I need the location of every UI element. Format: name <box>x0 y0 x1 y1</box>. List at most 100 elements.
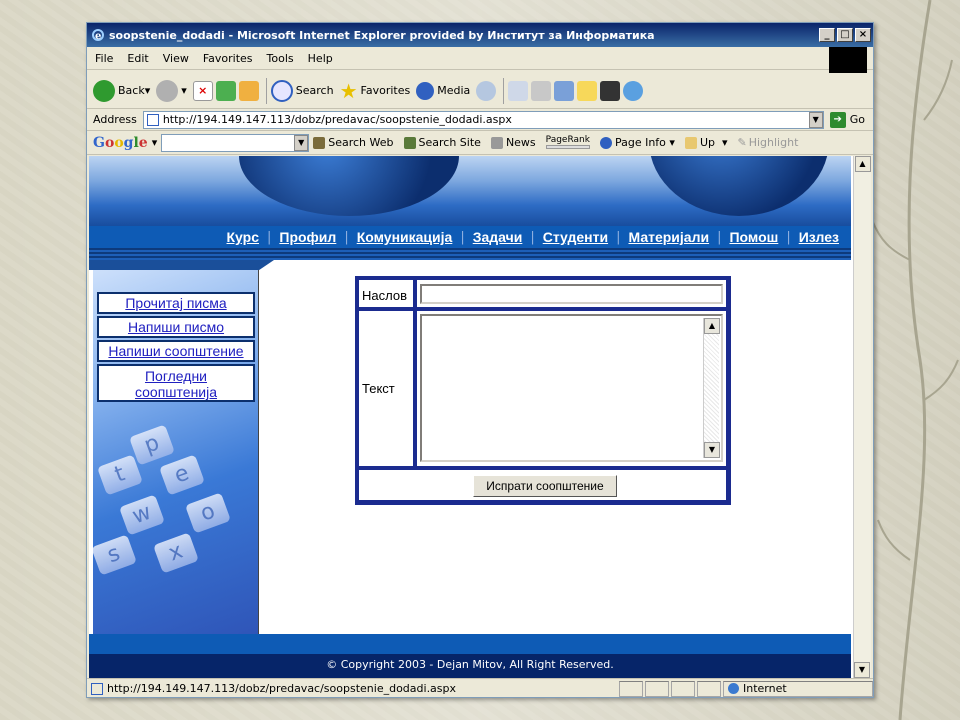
refresh-icon[interactable] <box>215 80 236 101</box>
nav-logout[interactable]: Излез <box>799 229 839 245</box>
page-info-button[interactable]: Page Info ▾ <box>599 136 675 149</box>
google-toolbar: Google ▾ ▼ Search Web Search Site News P… <box>87 131 873 155</box>
globe-graphic <box>239 156 459 216</box>
zone-label: Internet <box>743 682 787 695</box>
nav-materials[interactable]: Материјали <box>628 229 709 245</box>
pagerank-bar <box>545 145 590 149</box>
textarea-scrollbar[interactable]: ▲ ▼ <box>703 318 720 458</box>
search-button[interactable]: Search <box>270 79 334 102</box>
title-label-cell: Наслов <box>358 279 414 308</box>
text-label: Текст <box>362 381 395 396</box>
search-label: Search <box>295 84 334 97</box>
page-scroll-up-icon[interactable]: ▲ <box>854 156 871 172</box>
edit-icon[interactable] <box>554 80 575 101</box>
forward-button[interactable]: ▾ <box>156 79 187 102</box>
back-button[interactable]: Back ▾ <box>93 79 150 102</box>
scroll-down-icon[interactable]: ▼ <box>704 442 720 458</box>
menu-tools[interactable]: Tools <box>267 52 294 65</box>
messenger-m-icon[interactable] <box>600 80 621 101</box>
zone-cell: Internet <box>723 680 873 697</box>
menu-favorites[interactable]: Favorites <box>203 52 253 65</box>
back-arrow-icon <box>93 79 115 102</box>
notes-icon[interactable] <box>577 80 598 101</box>
menu-edit[interactable]: Edit <box>127 52 148 65</box>
go-button[interactable]: ➔ Go <box>829 111 865 128</box>
print-icon[interactable] <box>531 80 552 101</box>
news-button[interactable]: News <box>490 136 536 149</box>
svg-text:e: e <box>95 31 101 42</box>
nav-course[interactable]: Курс <box>227 229 259 245</box>
text-area[interactable]: ▲ ▼ <box>420 314 723 462</box>
sidebar-write-letter[interactable]: Напиши писмо <box>97 316 255 338</box>
nav-profile[interactable]: Профил <box>279 229 336 245</box>
toolbar: Back ▾ ▾ × Search ★ Favorites Media <box>87 73 873 109</box>
sidebar-view-announcements[interactable]: Погледни соопштенија <box>97 364 255 402</box>
search-web-label: Search Web <box>328 136 394 149</box>
address-dropdown-icon[interactable]: ▼ <box>808 111 823 128</box>
status-url: http://194.149.147.113/dobz/predavac/soo… <box>107 682 457 695</box>
toolbar-separator <box>503 77 505 104</box>
menu-help[interactable]: Help <box>308 52 333 65</box>
search-site-icon <box>403 136 416 149</box>
address-label: Address <box>93 113 137 126</box>
go-arrow-icon: ➔ <box>829 111 846 128</box>
search-site-button[interactable]: Search Site <box>403 136 481 149</box>
minimize-button[interactable]: _ <box>819 28 835 42</box>
toolbar-separator <box>265 77 267 104</box>
google-search-input[interactable]: ▼ <box>161 133 310 152</box>
nav-help[interactable]: Помош <box>729 229 778 245</box>
search-web-icon <box>313 136 326 149</box>
sidebar-read-letters[interactable]: Прочитај писма <box>97 292 255 314</box>
windows-flag-icon <box>829 47 867 73</box>
site-footer: © Copyright 2003 - Dejan Mitov, All Righ… <box>89 634 851 678</box>
nav-tasks[interactable]: Задачи <box>473 229 523 245</box>
contacts-icon[interactable] <box>623 80 644 101</box>
favorites-label: Favorites <box>360 84 411 97</box>
up-label: Up <box>699 136 715 149</box>
media-label: Media <box>437 84 471 97</box>
go-label: Go <box>849 113 865 126</box>
page-content: Курс | Профил | Комуникација | Задачи | Студ… <box>89 156 853 678</box>
nav-students[interactable]: Студенти <box>543 229 608 245</box>
highlighter-icon: ✎ <box>737 136 747 149</box>
nav-stripe-tab <box>89 260 274 270</box>
google-dropdown-icon[interactable]: ▼ <box>294 134 309 151</box>
google-logo[interactable]: Google <box>93 135 148 151</box>
news-label: News <box>505 136 536 149</box>
folder-up-icon <box>684 136 697 149</box>
history-icon[interactable] <box>476 80 497 101</box>
address-bar: Address http://194.149.147.113/dobz/pred… <box>87 109 873 131</box>
title-input[interactable] <box>420 284 723 304</box>
pagerank-indicator: PageRank <box>546 136 590 149</box>
maximize-button[interactable]: □ <box>837 28 853 42</box>
highlight-button[interactable]: ✎ Highlight <box>738 136 799 149</box>
media-button[interactable]: Media <box>416 81 471 100</box>
copyright-text: © Copyright 2003 - Dejan Mitov, All Righ… <box>326 658 614 671</box>
home-icon[interactable] <box>238 80 259 101</box>
favorites-button[interactable]: ★ Favorites <box>340 79 411 103</box>
sidebar-write-announcement[interactable]: Напиши соопштение <box>97 340 255 362</box>
page-scroll-down-icon[interactable]: ▼ <box>854 662 870 678</box>
site-nav: Курс | Профил | Комуникација | Задачи | Студ… <box>89 226 851 248</box>
status-page-icon <box>91 682 103 695</box>
info-icon <box>599 136 612 149</box>
title-input-cell <box>416 279 727 308</box>
page-scrollbar[interactable]: ▲ ▼ <box>853 156 871 678</box>
ie-logo-icon: e <box>91 28 105 42</box>
media-icon <box>416 81 435 100</box>
search-icon <box>270 79 293 102</box>
address-input[interactable]: http://194.149.147.113/dobz/predavac/soo… <box>142 110 824 129</box>
stop-icon[interactable]: × <box>192 80 213 101</box>
menu-file[interactable]: File <box>95 52 113 65</box>
close-button[interactable]: × <box>855 28 871 42</box>
mail-icon[interactable] <box>508 80 529 101</box>
back-label: Back <box>118 84 145 97</box>
title-bar[interactable]: e soopstenie_dodadi - Microsoft Internet… <box>87 23 873 47</box>
send-announcement-button[interactable]: Испрати соопштение <box>473 475 617 497</box>
menu-view[interactable]: View <box>163 52 189 65</box>
nav-communication[interactable]: Комуникација <box>357 229 453 245</box>
up-button[interactable]: Up ▾ <box>684 136 728 149</box>
search-web-button[interactable]: Search Web <box>313 136 394 149</box>
scroll-up-icon[interactable]: ▲ <box>704 318 720 334</box>
site-banner <box>89 156 851 226</box>
